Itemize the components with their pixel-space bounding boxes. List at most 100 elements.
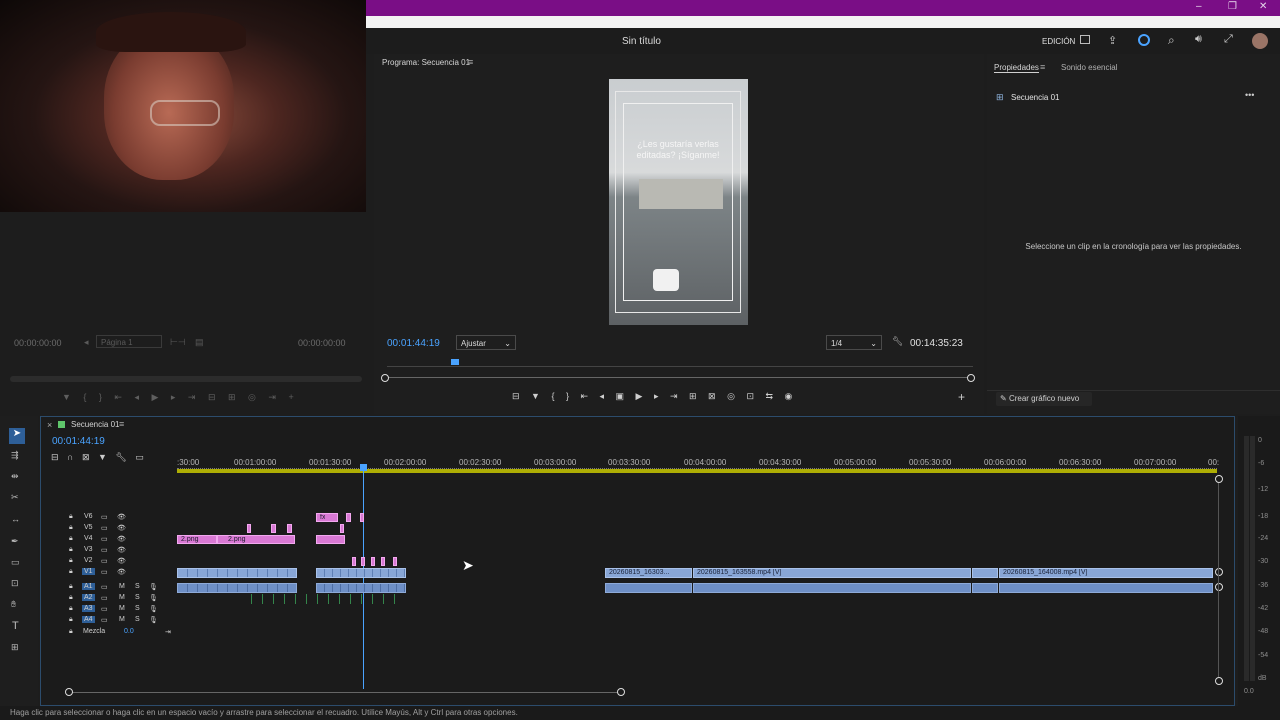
mute-icon[interactable]: M xyxy=(119,583,125,590)
fit-icon[interactable]: ⊢⊣ xyxy=(170,337,186,348)
lock-icon[interactable]: 🔒︎ xyxy=(69,616,73,624)
tab-essential-sound[interactable]: Sonido esencial xyxy=(1061,63,1117,72)
track-header-v1[interactable]: 🔒︎ V1 ▭ 👁︎ xyxy=(41,568,176,579)
zoom-start-handle[interactable] xyxy=(65,688,73,696)
hand-tool-icon[interactable]: ✋︎ xyxy=(11,599,16,610)
eye-icon[interactable]: 👁︎ xyxy=(117,513,126,521)
program-timecode[interactable]: 00:01:44:19 xyxy=(387,338,440,349)
track-scroll-handle[interactable] xyxy=(1215,677,1223,685)
close-button[interactable]: ✕ xyxy=(1259,1,1267,12)
export-frame-icon[interactable]: ▤ xyxy=(195,337,204,348)
video-clip-group[interactable] xyxy=(177,568,297,578)
lock-icon[interactable]: 🔒︎ xyxy=(69,535,73,543)
graphic-clip[interactable] xyxy=(346,513,351,522)
selection-tool-icon[interactable]: ➤ xyxy=(9,428,25,444)
mic-icon[interactable]: 🎙︎ xyxy=(149,583,158,591)
close-tab-icon[interactable]: × xyxy=(47,420,52,430)
track-header-a2[interactable]: 🔒︎ A2 ▭ M S 🎙︎ xyxy=(41,594,176,605)
source-scrubber[interactable] xyxy=(10,376,362,382)
program-playhead[interactable] xyxy=(451,359,459,365)
video-clip-group[interactable] xyxy=(316,568,406,578)
graphic-clip[interactable] xyxy=(361,557,365,566)
transform-tool-icon[interactable]: ⊡ xyxy=(11,578,19,589)
share-icon[interactable]: ⇪ xyxy=(1108,34,1117,47)
sync-icon[interactable]: ▭ xyxy=(101,583,108,591)
progress-icon[interactable] xyxy=(1138,34,1150,46)
track-header-a1[interactable]: 🔒︎ A1 ▭ M S 🎙︎ xyxy=(41,583,176,594)
graphic-clip[interactable] xyxy=(247,524,251,533)
zoom-select[interactable]: Ajustar ⌄ xyxy=(456,335,516,350)
audio-clip-group[interactable] xyxy=(316,583,406,593)
sync-icon[interactable]: ▭ xyxy=(101,535,108,543)
tab-program[interactable]: Programa: Secuencia 01 xyxy=(382,58,470,67)
sync-icon[interactable]: ▭ xyxy=(101,557,108,565)
mute-icon[interactable]: M xyxy=(119,616,125,623)
video-clip[interactable]: 20260815_16303... xyxy=(605,568,692,578)
workspace-label[interactable]: EDICIÓN xyxy=(1042,37,1075,46)
graphic-clip[interactable] xyxy=(340,524,344,533)
sync-icon[interactable]: ▭ xyxy=(101,568,108,576)
tab-properties[interactable]: Propiedades xyxy=(994,63,1039,73)
lock-icon[interactable]: 🔒︎ xyxy=(69,628,73,636)
graphic-clip[interactable] xyxy=(287,524,292,533)
panel-menu-icon[interactable]: ≡ xyxy=(119,419,124,429)
ripple-edit-tool-icon[interactable]: ⇹ xyxy=(11,471,19,482)
mic-icon[interactable]: 🎙︎ xyxy=(149,594,158,602)
mute-icon[interactable]: M xyxy=(119,594,125,601)
track-header-v6[interactable]: 🔒︎ V6 ▭ 👁︎ xyxy=(41,513,176,524)
graphic-clip[interactable] xyxy=(352,557,356,566)
sync-icon[interactable]: ▭ xyxy=(101,616,108,624)
sync-icon[interactable]: ▭ xyxy=(101,546,108,554)
mute-icon[interactable]: M xyxy=(119,605,125,612)
eye-icon[interactable]: 👁︎ xyxy=(117,535,126,543)
lock-icon[interactable]: 🔒︎ xyxy=(69,524,73,532)
mic-icon[interactable]: 🎙︎ xyxy=(149,605,158,613)
search-icon[interactable]: ⌕ xyxy=(1168,33,1175,48)
caption-tool-icon[interactable]: ⊞ xyxy=(11,642,19,653)
lock-icon[interactable]: 🔒︎ xyxy=(69,557,73,565)
graphic-clip[interactable] xyxy=(381,557,385,566)
graphic-clip[interactable]: fx xyxy=(316,513,338,522)
resolution-select[interactable]: 1/4 ⌄ xyxy=(826,335,882,350)
eye-icon[interactable]: 👁︎ xyxy=(117,524,126,532)
mic-icon[interactable]: 🎙︎ xyxy=(149,616,158,624)
wrench-icon[interactable]: 🔧︎ xyxy=(892,336,903,347)
workspace-panel-icon[interactable] xyxy=(1080,35,1090,44)
panel-menu-icon[interactable]: ≡ xyxy=(468,57,473,67)
video-clip[interactable] xyxy=(972,568,998,578)
track-header-v2[interactable]: 🔒︎ V2 ▭ 👁︎ xyxy=(41,557,176,568)
source-transport-controls[interactable]: ▼ { } ⇤ ◂ ▶ ▸ ⇥ ⊟ ⊞ ◎ ⇥ + xyxy=(62,392,362,403)
track-header-v4[interactable]: 🔒︎ V4 ▭ 👁︎ xyxy=(41,535,176,546)
new-graphic-button[interactable]: ✎ Crear gráfico nuevo xyxy=(996,392,1092,406)
track-scroll-handle[interactable] xyxy=(1215,475,1223,483)
track-header-a3[interactable]: 🔒︎ A3 ▭ M S 🎙︎ xyxy=(41,605,176,616)
prev-page-icon[interactable]: ◂ xyxy=(84,337,89,348)
avatar[interactable] xyxy=(1252,33,1268,49)
restore-button[interactable]: ❐ xyxy=(1228,1,1237,12)
graphic-clip[interactable] xyxy=(393,557,397,566)
minimize-button[interactable]: – xyxy=(1196,1,1202,12)
track-scroll-handle[interactable] xyxy=(1215,568,1223,576)
lock-icon[interactable]: 🔒︎ xyxy=(69,583,73,591)
sync-icon[interactable]: ▭ xyxy=(101,605,108,613)
work-area-bar[interactable] xyxy=(177,469,1217,473)
audio-clip[interactable] xyxy=(999,583,1213,593)
program-ruler[interactable] xyxy=(387,359,973,367)
solo-icon[interactable]: S xyxy=(135,583,140,590)
lock-icon[interactable]: 🔒︎ xyxy=(69,594,73,602)
audio-clip[interactable] xyxy=(693,583,971,593)
audio-clip-group[interactable] xyxy=(177,583,297,593)
graphic-clip[interactable] xyxy=(316,535,345,544)
mix-value[interactable]: 0.0 xyxy=(124,628,134,635)
volume-icon[interactable]: 🔊︎ xyxy=(1195,33,1202,46)
eye-icon[interactable]: 👁︎ xyxy=(117,557,126,565)
track-header-v3[interactable]: 🔒︎ V3 ▭ 👁︎ xyxy=(41,546,176,557)
graphic-clip[interactable] xyxy=(371,557,375,566)
lock-icon[interactable]: 🔒︎ xyxy=(69,513,73,521)
track-select-tool-icon[interactable]: ⇶ xyxy=(11,450,19,461)
lock-icon[interactable]: 🔒︎ xyxy=(69,605,73,613)
timeline-toolbar[interactable]: ⊟ ∩ ⊠ ▼ 🔧︎ ▭ xyxy=(51,452,171,463)
program-transport-controls[interactable]: ⊟ ▼ { } ⇤ ◂ ▣ ▶ ▸ ⇥ ⊞ ⊠ ◎ ⊡ ⇆ ◉ xyxy=(512,391,852,402)
scrubber-start-handle[interactable] xyxy=(381,374,389,382)
fullscreen-icon[interactable]: ⤢ xyxy=(1224,33,1233,46)
